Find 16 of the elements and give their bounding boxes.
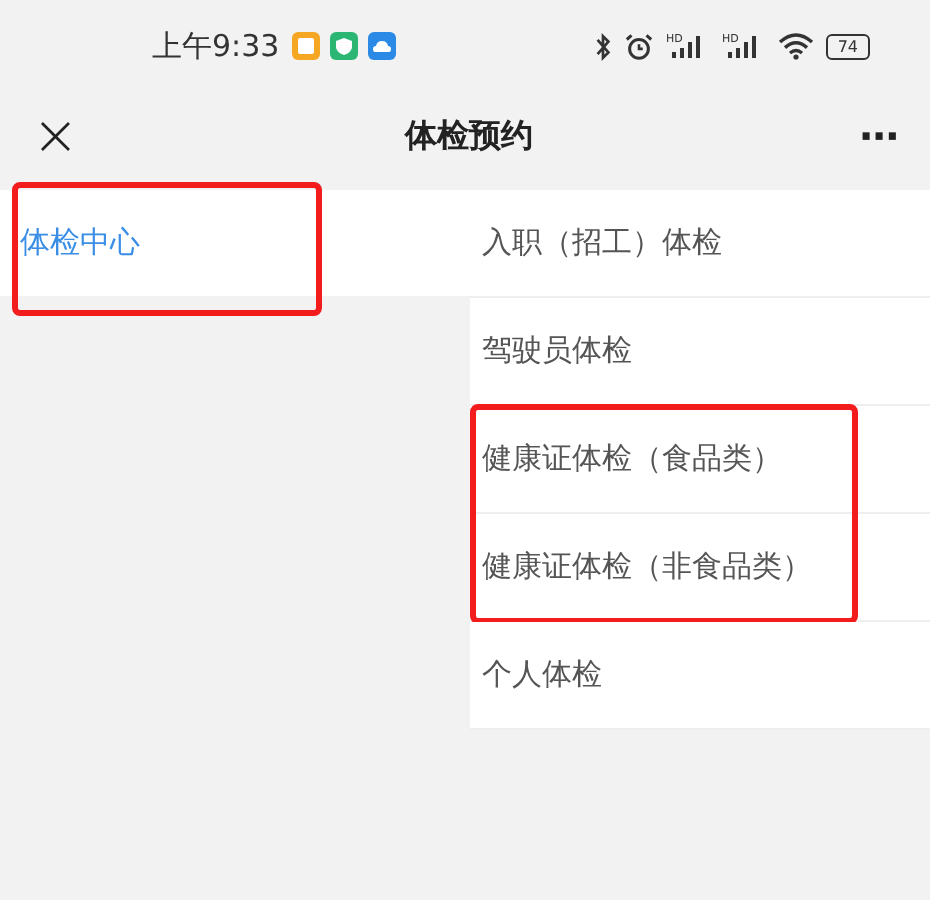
more-button[interactable]: ··· bbox=[850, 112, 906, 160]
list-item[interactable]: 健康证体检（非食品类） bbox=[470, 514, 930, 622]
alarm-icon bbox=[623, 31, 654, 61]
notes-app-icon bbox=[291, 32, 320, 60]
close-button[interactable]: × bbox=[24, 108, 87, 164]
cloud-app-icon bbox=[367, 32, 396, 60]
list-item[interactable]: 入职（招工）体检 bbox=[470, 190, 930, 298]
list-item[interactable]: 驾驶员体检 bbox=[470, 298, 930, 406]
list-item[interactable]: 个人体检 bbox=[470, 622, 930, 730]
page-title: 体检预约 bbox=[404, 115, 533, 157]
wifi-icon bbox=[777, 32, 814, 60]
bluetooth-icon bbox=[593, 31, 612, 61]
shield-app-icon bbox=[329, 32, 358, 60]
status-time: 上午9:33 bbox=[152, 27, 280, 65]
battery-indicator: 74 bbox=[825, 33, 870, 59]
list-item[interactable]: 健康证体检（食品类） bbox=[470, 406, 930, 514]
